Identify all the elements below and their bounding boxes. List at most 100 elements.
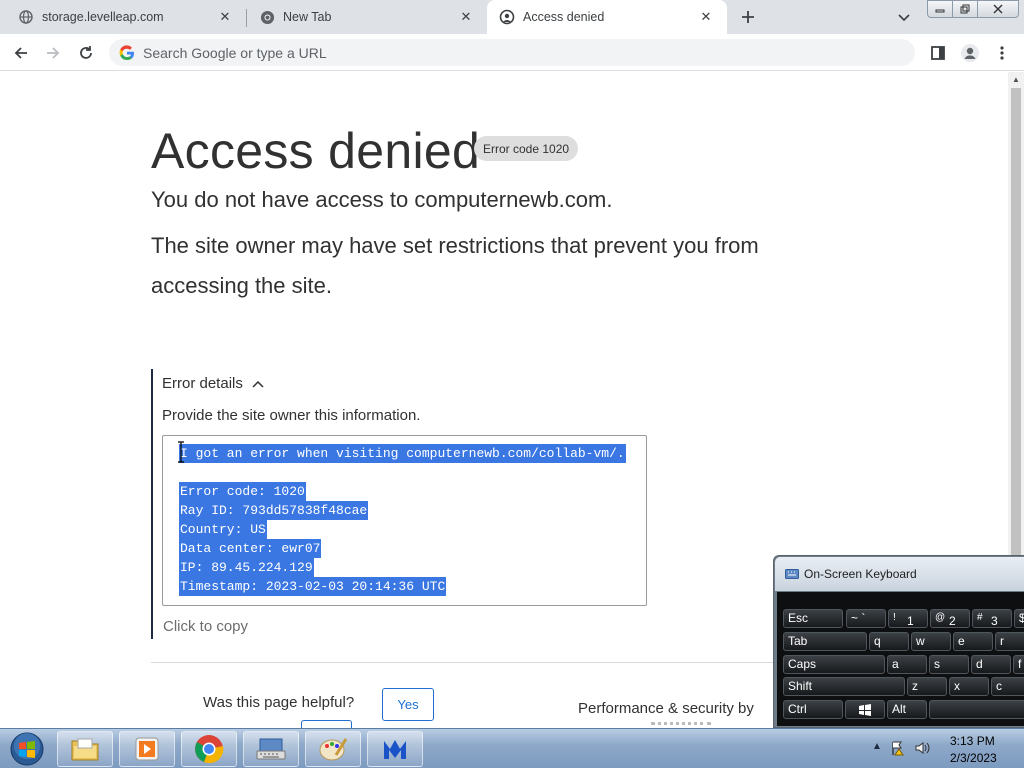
error-details-toggle[interactable]: Error details (162, 375, 265, 392)
minimize-icon (935, 9, 945, 13)
tab-strip: storage.levelleap.com ✕ New Tab ✕ Access… (0, 0, 1024, 34)
error-details-intro: Provide the site owner this information. (162, 407, 421, 424)
key-2-label: 2 (949, 614, 956, 628)
key-z[interactable]: z (907, 677, 947, 696)
key-3[interactable]: #3 (972, 609, 1012, 628)
tab-new-tab[interactable]: New Tab ✕ (241, 0, 487, 34)
osk-title: On-Screen Keyboard (804, 567, 917, 581)
tab-search-button[interactable] (894, 8, 914, 28)
key-1[interactable]: ! 1 (888, 609, 928, 628)
scroll-thumb[interactable] (1011, 88, 1021, 578)
key-e[interactable]: e (953, 632, 993, 651)
side-panel-icon (931, 46, 945, 60)
details-line-ray-id: Ray ID: 793dd57838f48cae (179, 501, 369, 520)
key-2-shift: @ (935, 612, 946, 623)
feedback-yes-button[interactable]: Yes (382, 688, 434, 721)
minimize-button[interactable] (927, 0, 953, 18)
details-line-data-center: Data center: ewr07 (179, 539, 322, 558)
close-icon[interactable]: ✕ (697, 8, 715, 26)
key-1-shift: ! (893, 612, 896, 623)
arrow-right-icon (47, 47, 60, 59)
new-tab-button[interactable] (736, 5, 760, 29)
key-caps[interactable]: Caps (783, 655, 885, 674)
key-4[interactable]: $ (1014, 609, 1024, 628)
key-space[interactable] (929, 700, 1024, 719)
taskbar-paint[interactable] (305, 731, 361, 767)
details-line-country: Country: US (179, 520, 267, 539)
key-windows[interactable] (845, 700, 885, 719)
start-button[interactable] (2, 730, 52, 768)
details-line-timestamp: Timestamp: 2023-02-03 20:14:36 UTC (179, 577, 447, 596)
tab-title: Access denied (523, 10, 605, 24)
show-hidden-icons-icon[interactable]: ▲ (872, 741, 882, 752)
page-explanation: The site owner may have set restrictions… (151, 233, 759, 298)
key-r[interactable]: r (995, 632, 1024, 651)
key-esc[interactable]: Esc (783, 609, 843, 628)
key-d[interactable]: d (971, 655, 1011, 674)
more-vert-icon (1000, 46, 1004, 60)
close-icon[interactable]: ✕ (216, 8, 234, 26)
chrome-icon (195, 735, 224, 764)
on-screen-keyboard-window: On-Screen Keyboard Esc ~ ` !1 @2 #3 $ Ta… (773, 555, 1024, 728)
restore-button[interactable] (952, 0, 978, 18)
scroll-up-arrow-icon[interactable]: ▲ (1008, 72, 1024, 86)
side-panel-button[interactable] (925, 40, 951, 66)
forward-button[interactable] (40, 40, 66, 66)
close-icon (993, 4, 1003, 14)
address-bar[interactable] (109, 39, 915, 66)
key-ctrl[interactable]: Ctrl (783, 700, 843, 719)
key-1-label: 1 (907, 614, 914, 628)
key-x[interactable]: x (949, 677, 989, 696)
key-c[interactable]: c (991, 677, 1024, 696)
key-shift[interactable]: Shift (783, 677, 905, 696)
click-to-copy-label[interactable]: Click to copy (163, 618, 248, 635)
key-w[interactable]: w (911, 632, 951, 651)
taskbar-malwarebytes[interactable] (367, 731, 423, 767)
window-close-button[interactable] (977, 0, 1019, 18)
tab-access-denied[interactable]: Access denied ✕ (487, 0, 727, 34)
osk-titlebar[interactable]: On-Screen Keyboard (775, 557, 1024, 591)
address-input[interactable] (143, 44, 843, 61)
windows-orb-icon (10, 732, 44, 766)
clock-date[interactable]: 2/3/2023 (950, 751, 997, 765)
details-line-ip: IP: 89.45.224.129 (179, 558, 314, 577)
performance-security-label: Performance & security by (578, 700, 754, 717)
key-a[interactable]: a (887, 655, 927, 674)
tab-storage-levelleap[interactable]: storage.levelleap.com ✕ (0, 0, 246, 34)
key-2[interactable]: @2 (930, 609, 970, 628)
media-player-icon (135, 737, 159, 761)
key-alt[interactable]: Alt (887, 700, 927, 719)
restore-icon (960, 4, 970, 14)
key-tab[interactable]: Tab (783, 632, 867, 651)
key-3-label: 3 (991, 614, 998, 628)
menu-button[interactable] (989, 40, 1015, 66)
taskbar-media-player[interactable] (119, 731, 175, 767)
text-cursor-icon (178, 441, 184, 463)
key-tilde[interactable]: ~ ` (846, 609, 886, 628)
error-details-box[interactable]: I got an error when visiting computernew… (162, 435, 647, 606)
volume-icon[interactable] (914, 740, 932, 761)
details-line-error-code: Error code: 1020 (179, 482, 306, 501)
error-details-section: Error details Provide the site owner thi… (151, 369, 651, 639)
taskbar-chrome[interactable] (181, 731, 237, 767)
error-details-label: Error details (162, 375, 243, 392)
key-f[interactable]: f (1013, 655, 1024, 674)
action-center-flag-icon[interactable] (890, 740, 906, 761)
key-s[interactable]: s (929, 655, 969, 674)
taskbar-explorer[interactable] (57, 731, 113, 767)
page-title: Access denied (151, 123, 481, 179)
details-line-visit: I got an error when visiting computernew… (179, 444, 626, 463)
taskbar-on-screen-keyboard[interactable] (243, 731, 299, 767)
feedback-no-button[interactable] (301, 720, 352, 728)
back-button[interactable] (8, 40, 34, 66)
tab-title: New Tab (283, 10, 332, 24)
close-icon[interactable]: ✕ (457, 8, 475, 26)
reload-button[interactable] (73, 40, 99, 66)
plus-icon (742, 11, 754, 23)
avatar-icon (961, 44, 979, 62)
clock-time[interactable]: 3:13 PM (950, 734, 995, 748)
osk-keys: Esc ~ ` !1 @2 #3 $ Tab q w e r Caps a s … (777, 592, 1024, 726)
malwarebytes-icon (384, 740, 406, 759)
profile-button[interactable] (957, 40, 983, 66)
key-q[interactable]: q (869, 632, 909, 651)
